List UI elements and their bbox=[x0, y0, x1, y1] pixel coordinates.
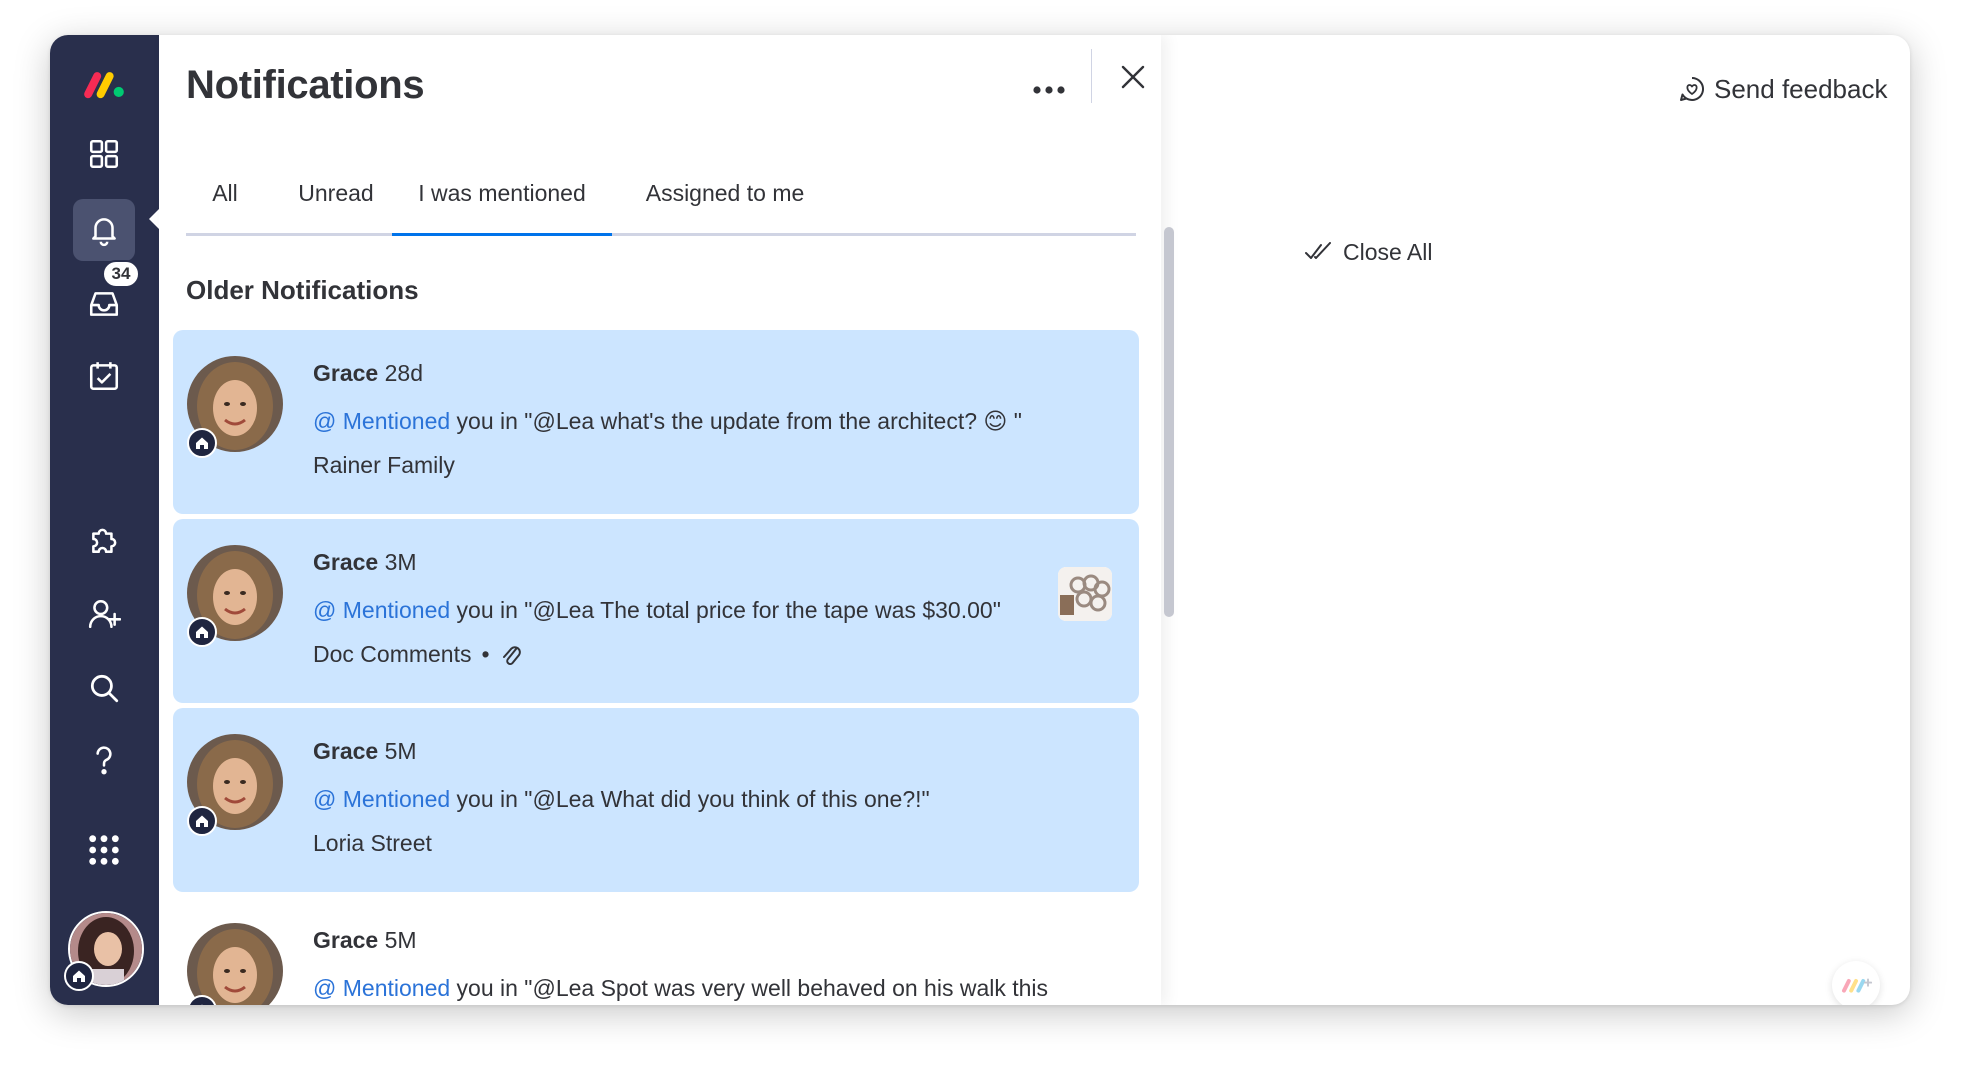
sender-avatar bbox=[187, 923, 283, 1005]
board-label: Doc Comments bbox=[313, 641, 472, 667]
mention-label: @ Mentioned bbox=[313, 408, 451, 434]
help-icon[interactable] bbox=[73, 729, 135, 791]
more-dots-icon bbox=[1033, 86, 1065, 94]
notification-card[interactable]: Grace 3M @ Mentioned you in "@Lea The to… bbox=[173, 519, 1139, 703]
close-all-button[interactable]: Close All bbox=[1305, 235, 1432, 269]
paperclip-icon bbox=[502, 645, 521, 665]
scrollbar[interactable] bbox=[1164, 227, 1174, 617]
header-divider bbox=[1091, 49, 1092, 103]
notification-card[interactable]: Grace 28d @ Mentioned you in "@Lea what'… bbox=[173, 330, 1139, 514]
mention-label: @ Mentioned bbox=[313, 975, 451, 1001]
close-icon bbox=[1121, 65, 1145, 89]
notification-time: 28d bbox=[384, 360, 423, 386]
sender-name[interactable]: Grace bbox=[313, 549, 378, 575]
app-window: 34 Notifications All Unread I was mentio… bbox=[50, 35, 1910, 1005]
grid-icon[interactable] bbox=[73, 123, 135, 185]
home-icon bbox=[187, 617, 217, 647]
message-text: you in "@Lea The total price for the tap… bbox=[456, 597, 1001, 623]
notification-message: @ Mentioned you in "@Lea What did you th… bbox=[313, 782, 1053, 816]
board-name[interactable]: Doc Comments • bbox=[313, 641, 522, 668]
notification-tabs: All Unread I was mentioned Assigned to m… bbox=[186, 153, 1136, 236]
notification-message: @ Mentioned you in "@Lea what's the upda… bbox=[313, 404, 1053, 438]
board-name[interactable]: Loria Street bbox=[313, 830, 432, 857]
notification-card[interactable]: Grace 5M @ Mentioned you in "@Lea Spot w… bbox=[173, 897, 1139, 1005]
sender-name[interactable]: Grace bbox=[313, 738, 378, 764]
board-label: Loria Street bbox=[313, 830, 432, 856]
tab-i-was-mentioned[interactable]: I was mentioned bbox=[392, 153, 612, 236]
message-text: you in "@Lea what's the update from the … bbox=[456, 408, 1022, 434]
feedback-heart-icon bbox=[1680, 76, 1704, 101]
sender-line: Grace 5M bbox=[313, 927, 417, 954]
left-rail: 34 bbox=[50, 35, 160, 1005]
mention-label: @ Mentioned bbox=[313, 786, 451, 812]
tab-assigned-to-me[interactable]: Assigned to me bbox=[620, 153, 830, 233]
sender-line: Grace 3M bbox=[313, 549, 417, 576]
sender-name[interactable]: Grace bbox=[313, 360, 378, 386]
monday-logo-icon[interactable] bbox=[73, 53, 135, 115]
bell-icon[interactable] bbox=[73, 199, 135, 261]
add-user-icon[interactable] bbox=[73, 583, 135, 645]
more-options-button[interactable] bbox=[1027, 75, 1071, 105]
inbox-badge: 34 bbox=[102, 260, 140, 288]
panel-title: Notifications bbox=[186, 63, 425, 107]
send-feedback-label: Send feedback bbox=[1714, 73, 1888, 104]
close-all-label: Close All bbox=[1343, 238, 1433, 265]
home-icon bbox=[187, 806, 217, 836]
close-panel-button[interactable] bbox=[1111, 55, 1155, 99]
calendar-check-icon[interactable] bbox=[73, 345, 135, 407]
notification-time: 3M bbox=[384, 549, 417, 575]
send-feedback-button[interactable]: Send feedback bbox=[1678, 69, 1887, 109]
home-icon bbox=[64, 961, 94, 991]
notifications-panel: Notifications All Unread I was mentioned… bbox=[159, 35, 1174, 1005]
tab-unread[interactable]: Unread bbox=[266, 153, 406, 233]
board-name[interactable]: Rainer Family bbox=[313, 452, 455, 479]
search-icon[interactable] bbox=[73, 657, 135, 719]
notification-message: @ Mentioned you in "@Lea Spot was very w… bbox=[313, 971, 1053, 1005]
monday-assistant-icon[interactable] bbox=[1832, 961, 1880, 1005]
puzzle-icon[interactable] bbox=[73, 509, 135, 571]
notification-time: 5M bbox=[384, 927, 417, 953]
sender-line: Grace 5M bbox=[313, 738, 417, 765]
notification-time: 5M bbox=[384, 738, 417, 764]
message-text: you in "@Lea What did you think of this … bbox=[456, 786, 930, 812]
sender-name[interactable]: Grace bbox=[313, 927, 378, 953]
sender-line: Grace 28d bbox=[313, 360, 423, 387]
notification-list: Grace 28d @ Mentioned you in "@Lea what'… bbox=[173, 330, 1139, 1005]
double-check-icon bbox=[1305, 242, 1331, 259]
mention-label: @ Mentioned bbox=[313, 597, 451, 623]
notification-card[interactable]: Grace 5M @ Mentioned you in "@Lea What d… bbox=[173, 708, 1139, 892]
section-title: Older Notifications bbox=[186, 275, 419, 305]
attachment-thumbnail[interactable] bbox=[1058, 567, 1112, 621]
tab-all[interactable]: All bbox=[186, 153, 264, 233]
home-icon bbox=[187, 428, 217, 458]
apps-grid-icon[interactable] bbox=[73, 819, 135, 881]
notification-message: @ Mentioned you in "@Lea The total price… bbox=[313, 593, 1053, 627]
board-separator: • bbox=[481, 641, 490, 667]
board-label: Rainer Family bbox=[313, 452, 455, 478]
